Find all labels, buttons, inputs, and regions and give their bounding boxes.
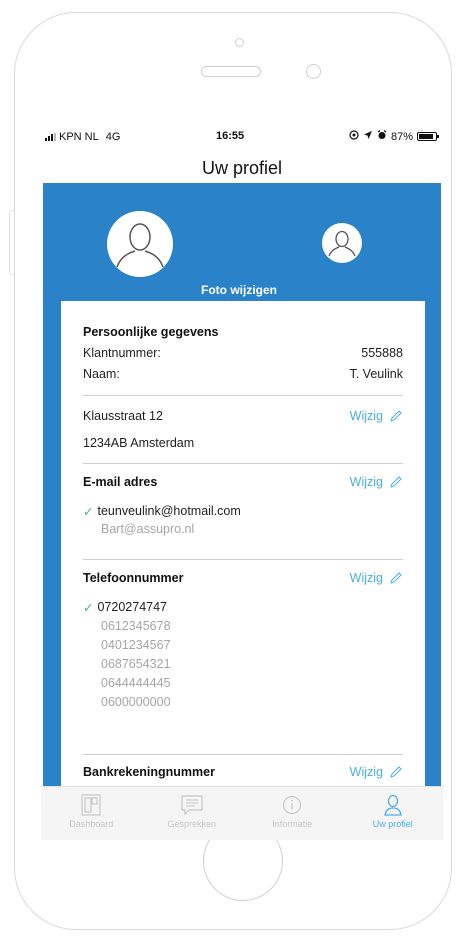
name-row: Naam: T. Veulink [83,367,403,381]
customer-number-label: Klantnummer: [83,346,161,360]
pencil-icon [390,572,402,584]
dashboard-icon [79,793,103,817]
customer-number-row: Klantnummer: 555888 [83,346,403,360]
check-icon: ✓ [83,505,94,519]
front-camera [235,38,244,47]
personal-heading: Persoonlijke gegevens [83,325,219,339]
status-bar: KPN NL 4G 16:55 87% [41,118,443,154]
alarm-icon [377,130,387,143]
address-edit-link[interactable]: Wijzig [350,409,403,423]
email-edit-label: Wijzig [349,475,383,489]
profile-card: Persoonlijke gegevens Klantnummer: 55588… [61,301,425,801]
divider [83,463,403,464]
divider [83,395,403,396]
name-label: Naam: [83,367,120,381]
tab-gesprekken-label: Gesprekken [167,819,217,829]
email-header-row: E-mail adres Wijzig [83,475,403,489]
profile-photo[interactable] [107,211,173,277]
status-left: KPN NL 4G [45,131,120,143]
name-value: T. Veulink [349,367,403,381]
address-row: Klausstraat 12 Wijzig [83,409,403,423]
phone-primary: 0720274747 [97,600,168,614]
bank-header-row: Bankrekeningnummer Wijzig [83,765,403,779]
battery-icon [417,132,439,141]
tab-uw-profiel-label: Uw profiel [372,819,413,829]
tab-gesprekken[interactable]: Gesprekken [142,787,243,840]
check-icon: ✓ [83,601,94,615]
phone-secondary: 0644444445 [101,676,171,690]
proximity-sensor [306,64,321,79]
email-edit-link[interactable]: Wijzig [350,475,403,489]
bank-edit-link[interactable]: Wijzig [350,765,403,779]
signal-icon [45,133,56,141]
phone-secondary: 0612345678 [101,619,171,633]
phone-secondary: 0600000000 [101,695,171,709]
phone-heading: Telefoonnummer [83,571,184,585]
status-right: 87% [349,130,439,143]
tab-informatie[interactable]: Informatie [242,787,343,840]
pencil-icon [390,476,402,488]
phone-header-row: Telefoonnummer Wijzig [83,571,403,585]
address-line2: 1234AB Amsterdam [83,436,195,450]
phone-secondary: 0401234567 [101,638,171,652]
address-line2-row: 1234AB Amsterdam [83,436,194,450]
tab-informatie-label: Informatie [272,819,313,829]
email-primary: teunveulink@hotmail.com [97,504,241,518]
divider [83,559,403,560]
phone-primary-row: ✓ 0720274747 [83,600,167,615]
email-secondary: Bart@assupro.nl [101,522,195,536]
tab-dashboard[interactable]: Dashboard [41,787,142,840]
divider [83,754,403,755]
phone-edit-link[interactable]: Wijzig [350,571,403,585]
tab-bar: Dashboard Gesprekken Informatie Uw profi… [41,786,443,840]
pencil-icon [390,766,402,778]
chat-icon [180,793,204,817]
bank-heading: Bankrekeningnummer [83,765,215,779]
location-icon [349,130,359,143]
change-photo-link[interactable]: Foto wijzigen [201,283,277,297]
phone-secondary: 0687654321 [101,657,171,671]
email-primary-row: ✓ teunveulink@hotmail.com [83,504,241,519]
earpiece-speaker [201,66,261,77]
bank-edit-label: Wijzig [349,765,383,779]
battery-fill [419,134,433,139]
address-edit-label: Wijzig [349,409,383,423]
pencil-icon [390,410,402,422]
avatar-small[interactable] [322,223,362,263]
carrier-label: KPN NL [59,131,99,143]
user-icon [381,793,405,817]
app-screen: KPN NL 4G 16:55 87% Uw profiel Foto wijz… [41,118,443,840]
address-line1: Klausstraat 12 [83,409,163,423]
phone-edit-label: Wijzig [349,571,383,585]
customer-number-value: 555888 [361,346,403,360]
user-avatar-icon [323,224,361,262]
avatar-placeholder-icon [108,212,172,276]
battery-percent: 87% [390,130,413,143]
clock: 16:55 [216,130,245,142]
navigation-arrow-icon [363,130,373,143]
tab-uw-profiel[interactable]: Uw profiel [343,787,444,840]
tab-dashboard-label: Dashboard [69,819,114,829]
email-heading: E-mail adres [83,475,158,489]
info-icon [280,793,304,817]
network-label: 4G [105,131,121,143]
page-title: Uw profiel [201,158,283,178]
